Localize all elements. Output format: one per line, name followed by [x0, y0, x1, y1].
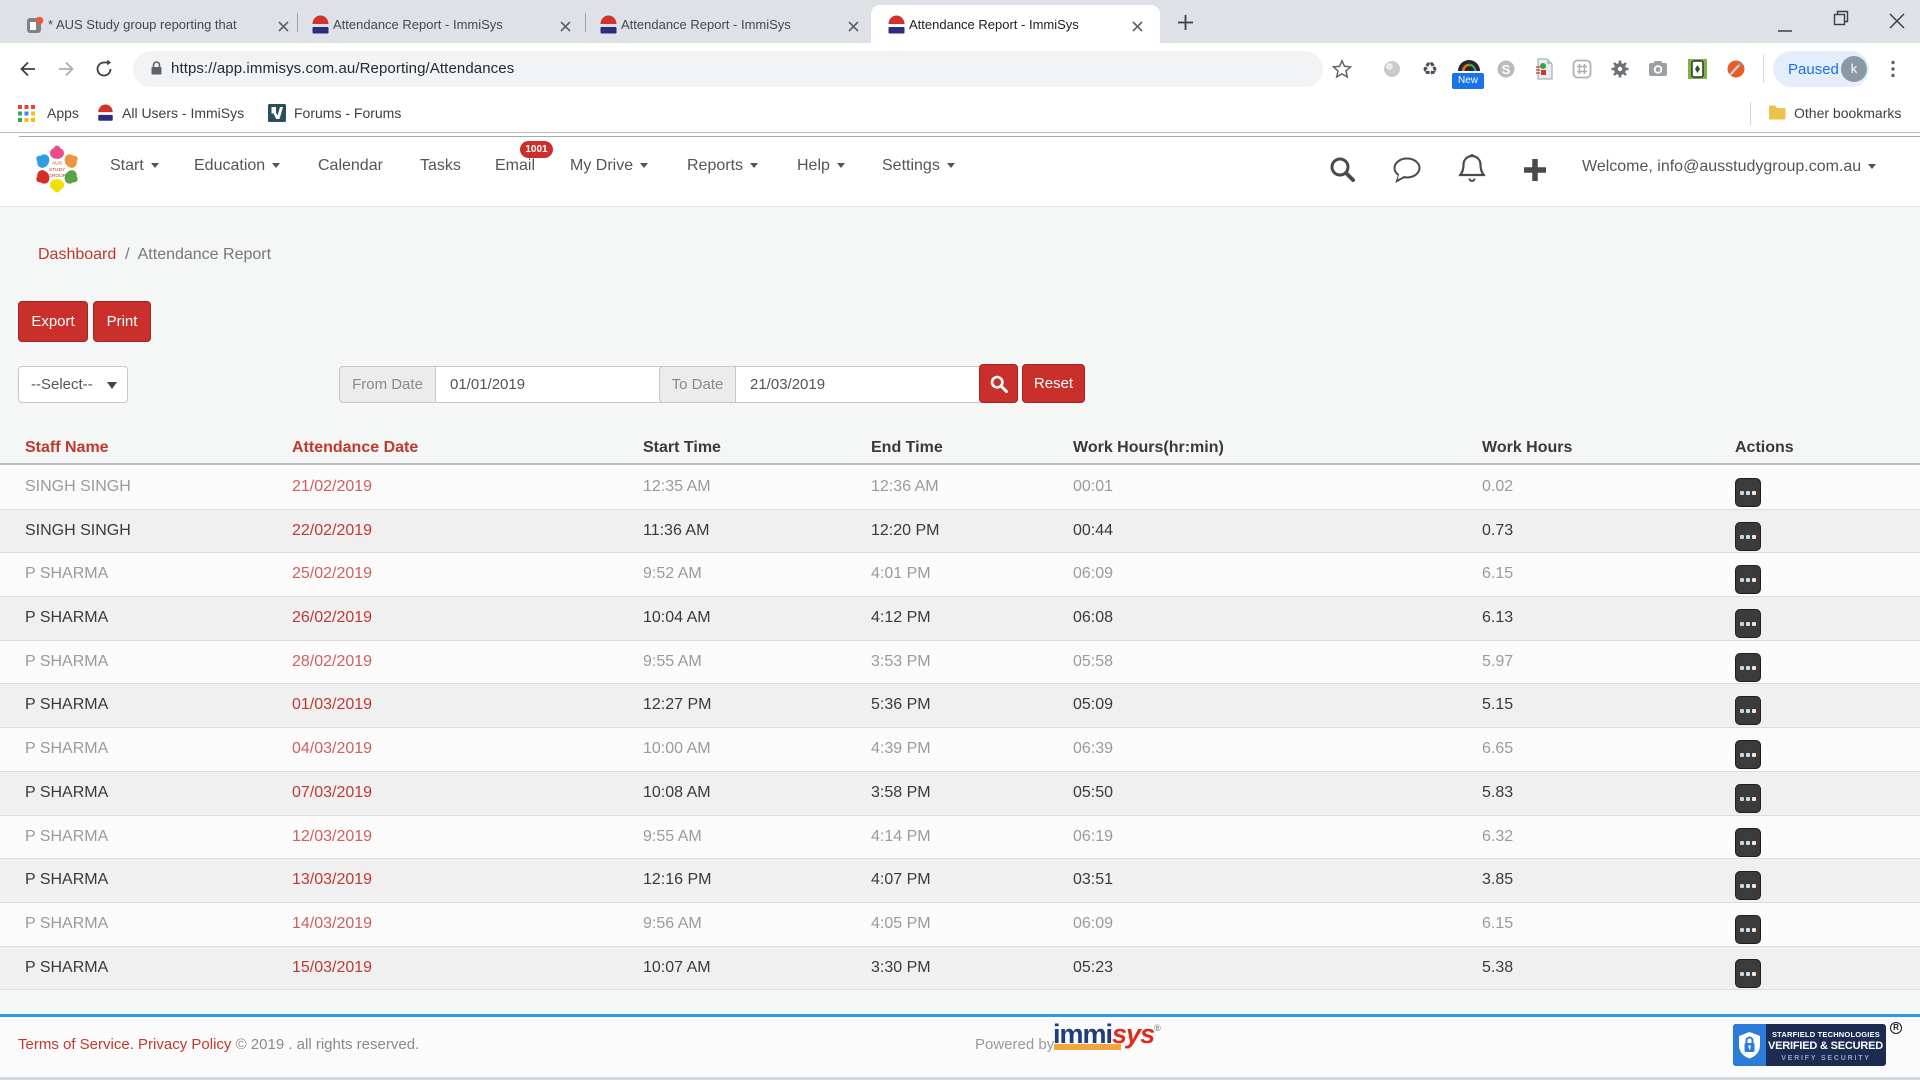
svg-text:STUDY: STUDY: [49, 167, 66, 173]
svg-text:♻: ♻: [1422, 59, 1438, 79]
svg-text:GROUP: GROUP: [48, 173, 66, 179]
svg-text:S: S: [1502, 62, 1511, 77]
svg-text:AUS: AUS: [52, 161, 62, 167]
